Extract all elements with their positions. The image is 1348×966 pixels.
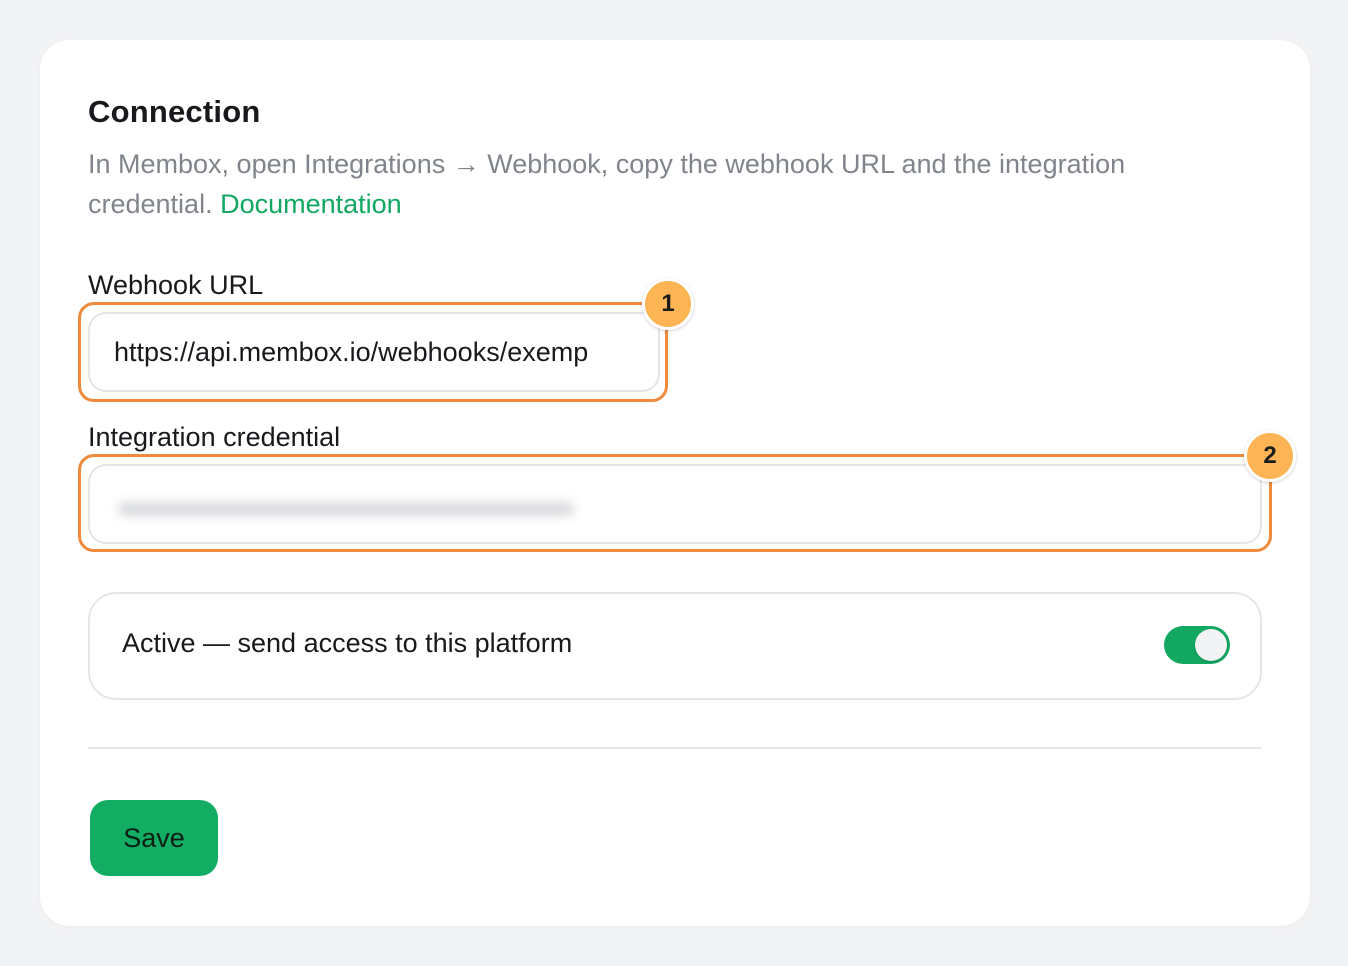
active-toggle-label: Active — send access to this platform [122, 628, 573, 658]
credential-input[interactable] [88, 464, 1262, 544]
active-toggle-switch[interactable] [1164, 626, 1230, 664]
webhook-url-input[interactable]: https://api.membox.io/webhooks/exemp [88, 312, 660, 392]
divider [88, 747, 1262, 749]
connection-card: Connection In Membox, open Integrations … [40, 40, 1310, 926]
step-badge-1: 1 [642, 278, 694, 330]
toggle-knob [1195, 629, 1227, 661]
active-toggle-row: Active — send access to this platform [88, 592, 1262, 700]
webhook-url-label: Webhook URL [88, 270, 264, 300]
credential-blurred-value [118, 502, 574, 516]
section-description: In Membox, open Integrations → Webhook, … [88, 144, 1228, 224]
step-badge-2: 2 [1244, 430, 1296, 482]
documentation-link[interactable]: Documentation [220, 189, 402, 219]
credential-label: Integration credential [88, 422, 341, 452]
save-button[interactable]: Save [90, 800, 218, 876]
webhook-url-value: https://api.membox.io/webhooks/exemp [114, 336, 589, 367]
section-title: Connection [88, 94, 261, 129]
